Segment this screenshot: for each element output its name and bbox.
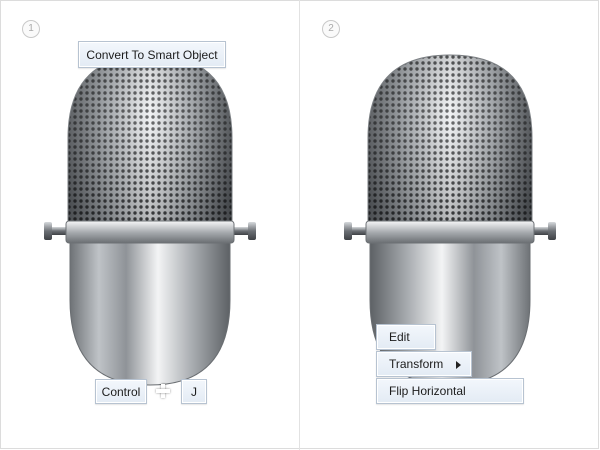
tutorial-canvas: 1 Convert To Smart Object Control J 2 Ed… bbox=[0, 0, 600, 450]
step-number-badge: 1 bbox=[22, 20, 40, 38]
convert-to-smart-object-button[interactable]: Convert To Smart Object bbox=[78, 41, 226, 68]
menu-item-label: Edit bbox=[389, 330, 410, 344]
plus-icon bbox=[156, 384, 170, 398]
menu-item-label: Flip Horizontal bbox=[389, 384, 466, 398]
control-key: Control bbox=[95, 379, 147, 404]
menu-item-label: Transform bbox=[389, 357, 444, 371]
j-key: J bbox=[181, 379, 207, 404]
step-2-panel: 2 Edit Transform Flip Horizontal bbox=[300, 0, 599, 450]
step-number-badge: 2 bbox=[322, 20, 340, 38]
menu-item-flip-horizontal[interactable]: Flip Horizontal bbox=[376, 378, 524, 404]
chevron-right-icon bbox=[456, 361, 461, 369]
step-1-panel: 1 Convert To Smart Object Control J bbox=[0, 0, 299, 450]
menu-item-edit[interactable]: Edit bbox=[376, 324, 436, 350]
menu-item-transform[interactable]: Transform bbox=[376, 351, 472, 377]
